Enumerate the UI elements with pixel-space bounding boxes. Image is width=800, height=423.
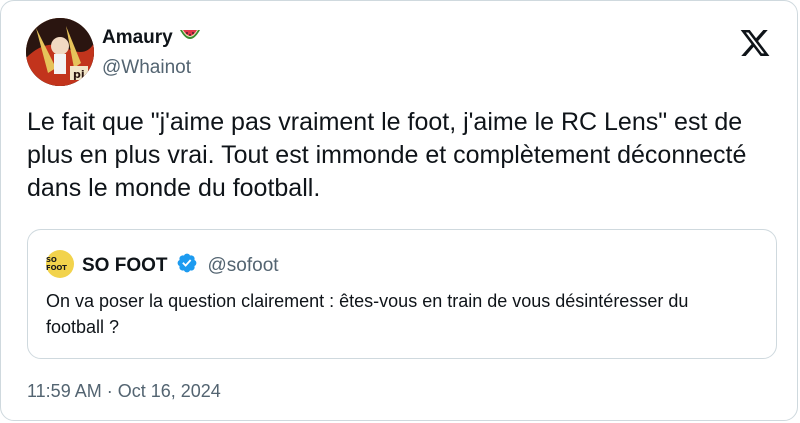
author-name[interactable]: Amaury: [102, 27, 173, 49]
watermelon-emoji-icon: [179, 28, 201, 49]
svg-text:pi: pi: [73, 68, 85, 81]
quoted-tweet[interactable]: SO FOOT SO FOOT @sofoot On va poser la q…: [27, 229, 777, 359]
quoted-handle[interactable]: @sofoot: [208, 255, 279, 277]
quoted-avatar[interactable]: SO FOOT: [46, 250, 74, 278]
author-handle[interactable]: @Whainot: [102, 57, 191, 79]
author-avatar[interactable]: pi: [26, 18, 94, 86]
author-name-row: Amaury: [102, 27, 201, 49]
quoted-text: On va poser la question clairement : ête…: [46, 291, 689, 337]
tweet-card: pi Amaury @Whainot Le fait que "j'aime p…: [0, 0, 798, 421]
x-logo-icon[interactable]: [739, 27, 771, 59]
tweet-timestamp[interactable]: 11:59 AM · Oct 16, 2024: [27, 381, 221, 402]
tweet-text: Le fait que "j'aime pas vraiment le foot…: [27, 108, 747, 202]
verified-badge-icon: [176, 252, 198, 279]
quoted-header: SO FOOT @sofoot: [82, 252, 279, 279]
quoted-name[interactable]: SO FOOT: [82, 255, 168, 277]
